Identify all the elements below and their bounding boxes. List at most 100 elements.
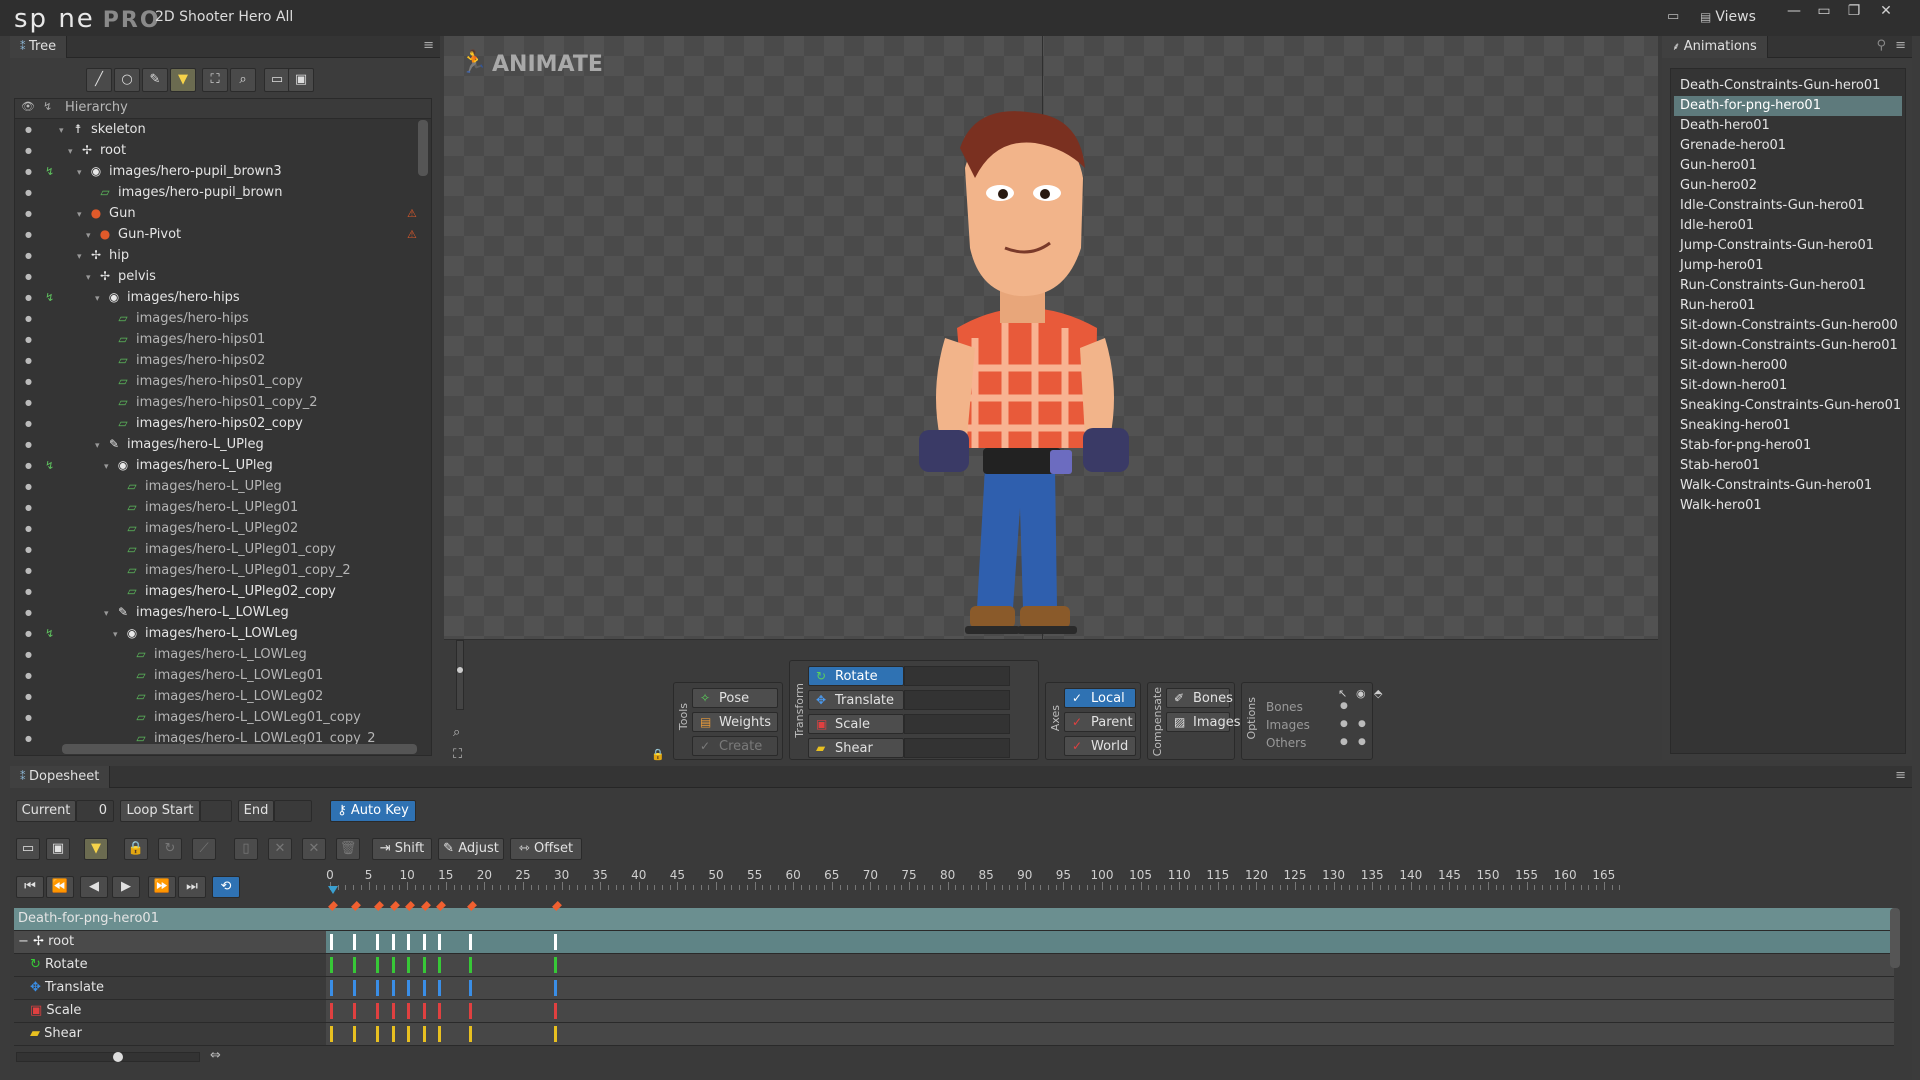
keyframe-marker[interactable] <box>391 1026 395 1042</box>
frame-icon[interactable]: ⛶ <box>202 68 228 92</box>
hero-character[interactable] <box>905 108 1145 642</box>
images-visible-toggle[interactable]: ● <box>1358 719 1366 729</box>
last-frame-icon[interactable]: ⏭ <box>178 876 206 898</box>
timeline-row[interactable]: − ✢ root <box>14 931 1894 954</box>
playhead-marker[interactable] <box>328 886 338 894</box>
expand-caret-icon[interactable]: ▾ <box>77 163 89 184</box>
label-icon[interactable]: ⬘ <box>1374 687 1382 700</box>
visibility-dot-icon[interactable]: ● <box>25 287 33 308</box>
tree-row[interactable]: ● ↯ ▾ ◉ images/hero-hips <box>15 287 431 308</box>
keyframe-marker[interactable] <box>330 957 333 973</box>
pose-button[interactable]: ✧ Pose <box>692 688 778 708</box>
keyframe-marker[interactable] <box>438 1003 442 1019</box>
animation-item[interactable]: Walk-hero01 <box>1674 496 1902 516</box>
tab-tree[interactable]: ⁑ Tree <box>10 36 68 58</box>
visibility-dot-icon[interactable]: ● <box>25 560 33 581</box>
bone-tool-icon[interactable]: ╱ <box>86 68 112 92</box>
copy-keys-icon[interactable]: ▭ <box>16 838 40 860</box>
tree-row[interactable]: ● ▱ images/hero-L_UPleg <box>15 476 431 497</box>
panel-menu-icon[interactable]: ≡ <box>423 38 434 53</box>
expand-caret-icon[interactable]: ▾ <box>68 142 80 163</box>
tree-row[interactable]: ● ▾ ✢ hip <box>15 245 431 266</box>
images-select-toggle[interactable]: ● <box>1340 719 1348 729</box>
visibility-dot-icon[interactable]: ● <box>25 623 33 644</box>
tree-row[interactable]: ● ▱ images/hero-L_UPleg01_copy_2 <box>15 560 431 581</box>
visibility-dot-icon[interactable]: ● <box>25 182 33 203</box>
expand-caret-icon[interactable]: ▾ <box>77 205 89 226</box>
pen-icon[interactable]: ✎ <box>142 68 168 92</box>
keyframe-marker[interactable] <box>438 957 442 973</box>
keyframe-marker[interactable] <box>553 957 557 973</box>
keyframe-marker[interactable] <box>330 980 333 996</box>
filter-icon[interactable]: ▼ <box>170 68 196 92</box>
animation-item[interactable]: Death-hero01 <box>1674 116 1902 136</box>
scale-button[interactable]: ▣ Scale <box>808 714 904 734</box>
previous-key-icon[interactable]: ⏪ <box>46 876 74 898</box>
animation-item[interactable]: Walk-Constraints-Gun-hero01 <box>1674 476 1902 496</box>
keyframe-marker[interactable] <box>468 980 472 996</box>
dopesheet-menu-icon[interactable]: ≡ <box>1895 768 1906 783</box>
timeline-zoom-handle[interactable] <box>113 1052 123 1062</box>
fit-timeline-icon[interactable]: ⇔ <box>210 1048 221 1063</box>
tree-row[interactable]: ● ▾ ✢ pelvis <box>15 266 431 287</box>
zoom-icon[interactable]: ⌕ <box>453 725 460 740</box>
visibility-dot-icon[interactable]: ● <box>25 266 33 287</box>
keyframe-marker[interactable] <box>553 1026 557 1042</box>
close-icon[interactable]: ✕ <box>1872 3 1900 23</box>
tab-animations[interactable]: ⸙ Animations <box>1662 36 1768 58</box>
keyframe-marker[interactable] <box>553 934 557 950</box>
animation-item[interactable]: Jump-hero01 <box>1674 256 1902 276</box>
keyframe-marker[interactable] <box>438 934 442 950</box>
keyframe-marker[interactable] <box>376 934 380 950</box>
keyframe-marker[interactable] <box>407 934 411 950</box>
animation-item[interactable]: Stab-hero01 <box>1674 456 1902 476</box>
bones-select-toggle[interactable]: ● <box>1340 701 1348 711</box>
keyframe-marker[interactable] <box>438 980 442 996</box>
expand-caret-icon[interactable]: ▾ <box>104 457 116 478</box>
tree-row[interactable]: ● ▾ ✎ images/hero-L_UPleg <box>15 434 431 455</box>
trash-icon[interactable]: 🗑 <box>336 838 360 860</box>
tree-row[interactable]: ● ↯ ▾ ◉ images/hero-pupil_brown3 <box>15 161 431 182</box>
animation-item[interactable]: Gun-hero01 <box>1674 156 1902 176</box>
keyframe-marker[interactable] <box>553 1003 557 1019</box>
expand-caret-icon[interactable]: ▾ <box>59 121 71 142</box>
maximize-icon[interactable]: ▭ <box>1810 3 1838 23</box>
rotate-value-field[interactable] <box>904 666 1010 686</box>
expand-caret-icon[interactable]: ▾ <box>86 226 98 247</box>
curve-icon[interactable]: ⟋ <box>192 838 216 860</box>
timeline-row[interactable]: ▰ Shear <box>14 1023 1894 1046</box>
zoom-slider[interactable] <box>456 640 464 710</box>
translate-value-field[interactable] <box>904 690 1010 710</box>
lock-keys-icon[interactable]: 🔒 <box>124 838 148 860</box>
animation-item[interactable]: Idle-Constraints-Gun-hero01 <box>1674 196 1902 216</box>
keyframe-marker[interactable] <box>330 934 333 950</box>
keyframe-marker[interactable] <box>353 1003 357 1019</box>
visibility-dot-icon[interactable]: ● <box>25 161 33 182</box>
loop-start-field[interactable] <box>200 800 232 822</box>
visibility-dot-icon[interactable]: ● <box>25 140 33 161</box>
local-axes-button[interactable]: ✓ Local <box>1064 688 1136 708</box>
tree-row[interactable]: ● ▱ images/hero-L_LOWLeg01 <box>15 665 431 686</box>
compensate-bones-button[interactable]: ✐ Bones <box>1166 688 1233 708</box>
tree-row[interactable]: ● ▱ images/hero-hips02_copy <box>15 413 431 434</box>
tree-row[interactable]: ● ▾ ✎ images/hero-L_LOWLeg <box>15 602 431 623</box>
shear-value-field[interactable] <box>904 738 1010 758</box>
restore-icon[interactable]: ❐ <box>1840 3 1868 23</box>
circle-icon[interactable]: ○ <box>114 68 140 92</box>
visibility-dot-icon[interactable]: ● <box>25 497 33 518</box>
keyframe-marker[interactable] <box>422 1026 426 1042</box>
keyframe-marker[interactable] <box>391 957 395 973</box>
timeline-row[interactable]: Death-for-png-hero01 <box>14 901 1894 931</box>
tree-scrollbar[interactable] <box>418 120 428 176</box>
keyframe-marker[interactable] <box>468 1026 472 1042</box>
visibility-dot-icon[interactable]: ● <box>25 518 33 539</box>
expand-caret-icon[interactable]: ▾ <box>104 604 116 625</box>
visibility-dot-icon[interactable]: ● <box>25 665 33 686</box>
others-select-toggle[interactable]: ● <box>1340 737 1348 747</box>
current-frame-field[interactable]: 0 <box>76 800 114 822</box>
key-icon[interactable]: ↯ <box>43 100 52 113</box>
visibility-dot-icon[interactable]: ● <box>25 728 33 749</box>
tree-row[interactable]: ● ▾ ✢ root <box>15 140 431 161</box>
timeline-row[interactable]: ▣ Scale <box>14 1000 1894 1023</box>
scale-value-field[interactable] <box>904 714 1010 734</box>
